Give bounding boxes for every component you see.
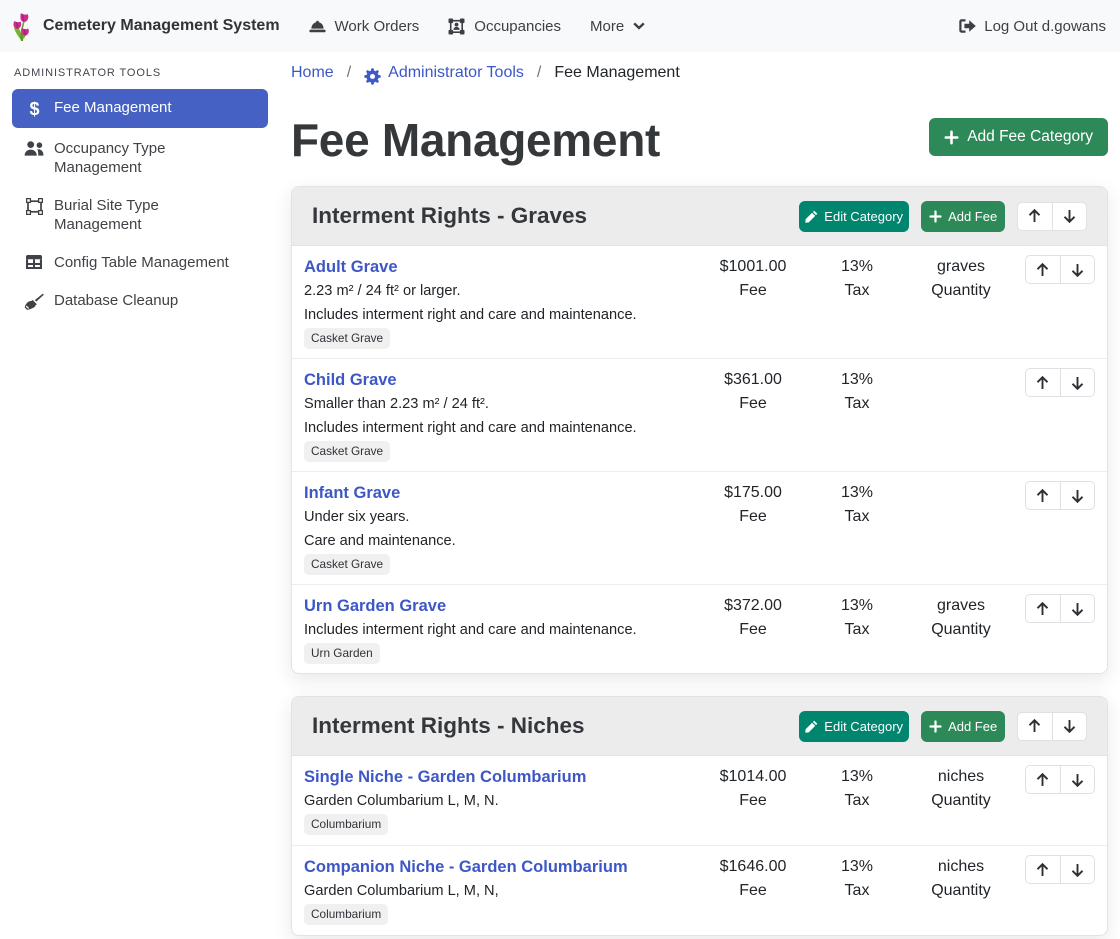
svg-text:$: $ bbox=[29, 100, 39, 118]
